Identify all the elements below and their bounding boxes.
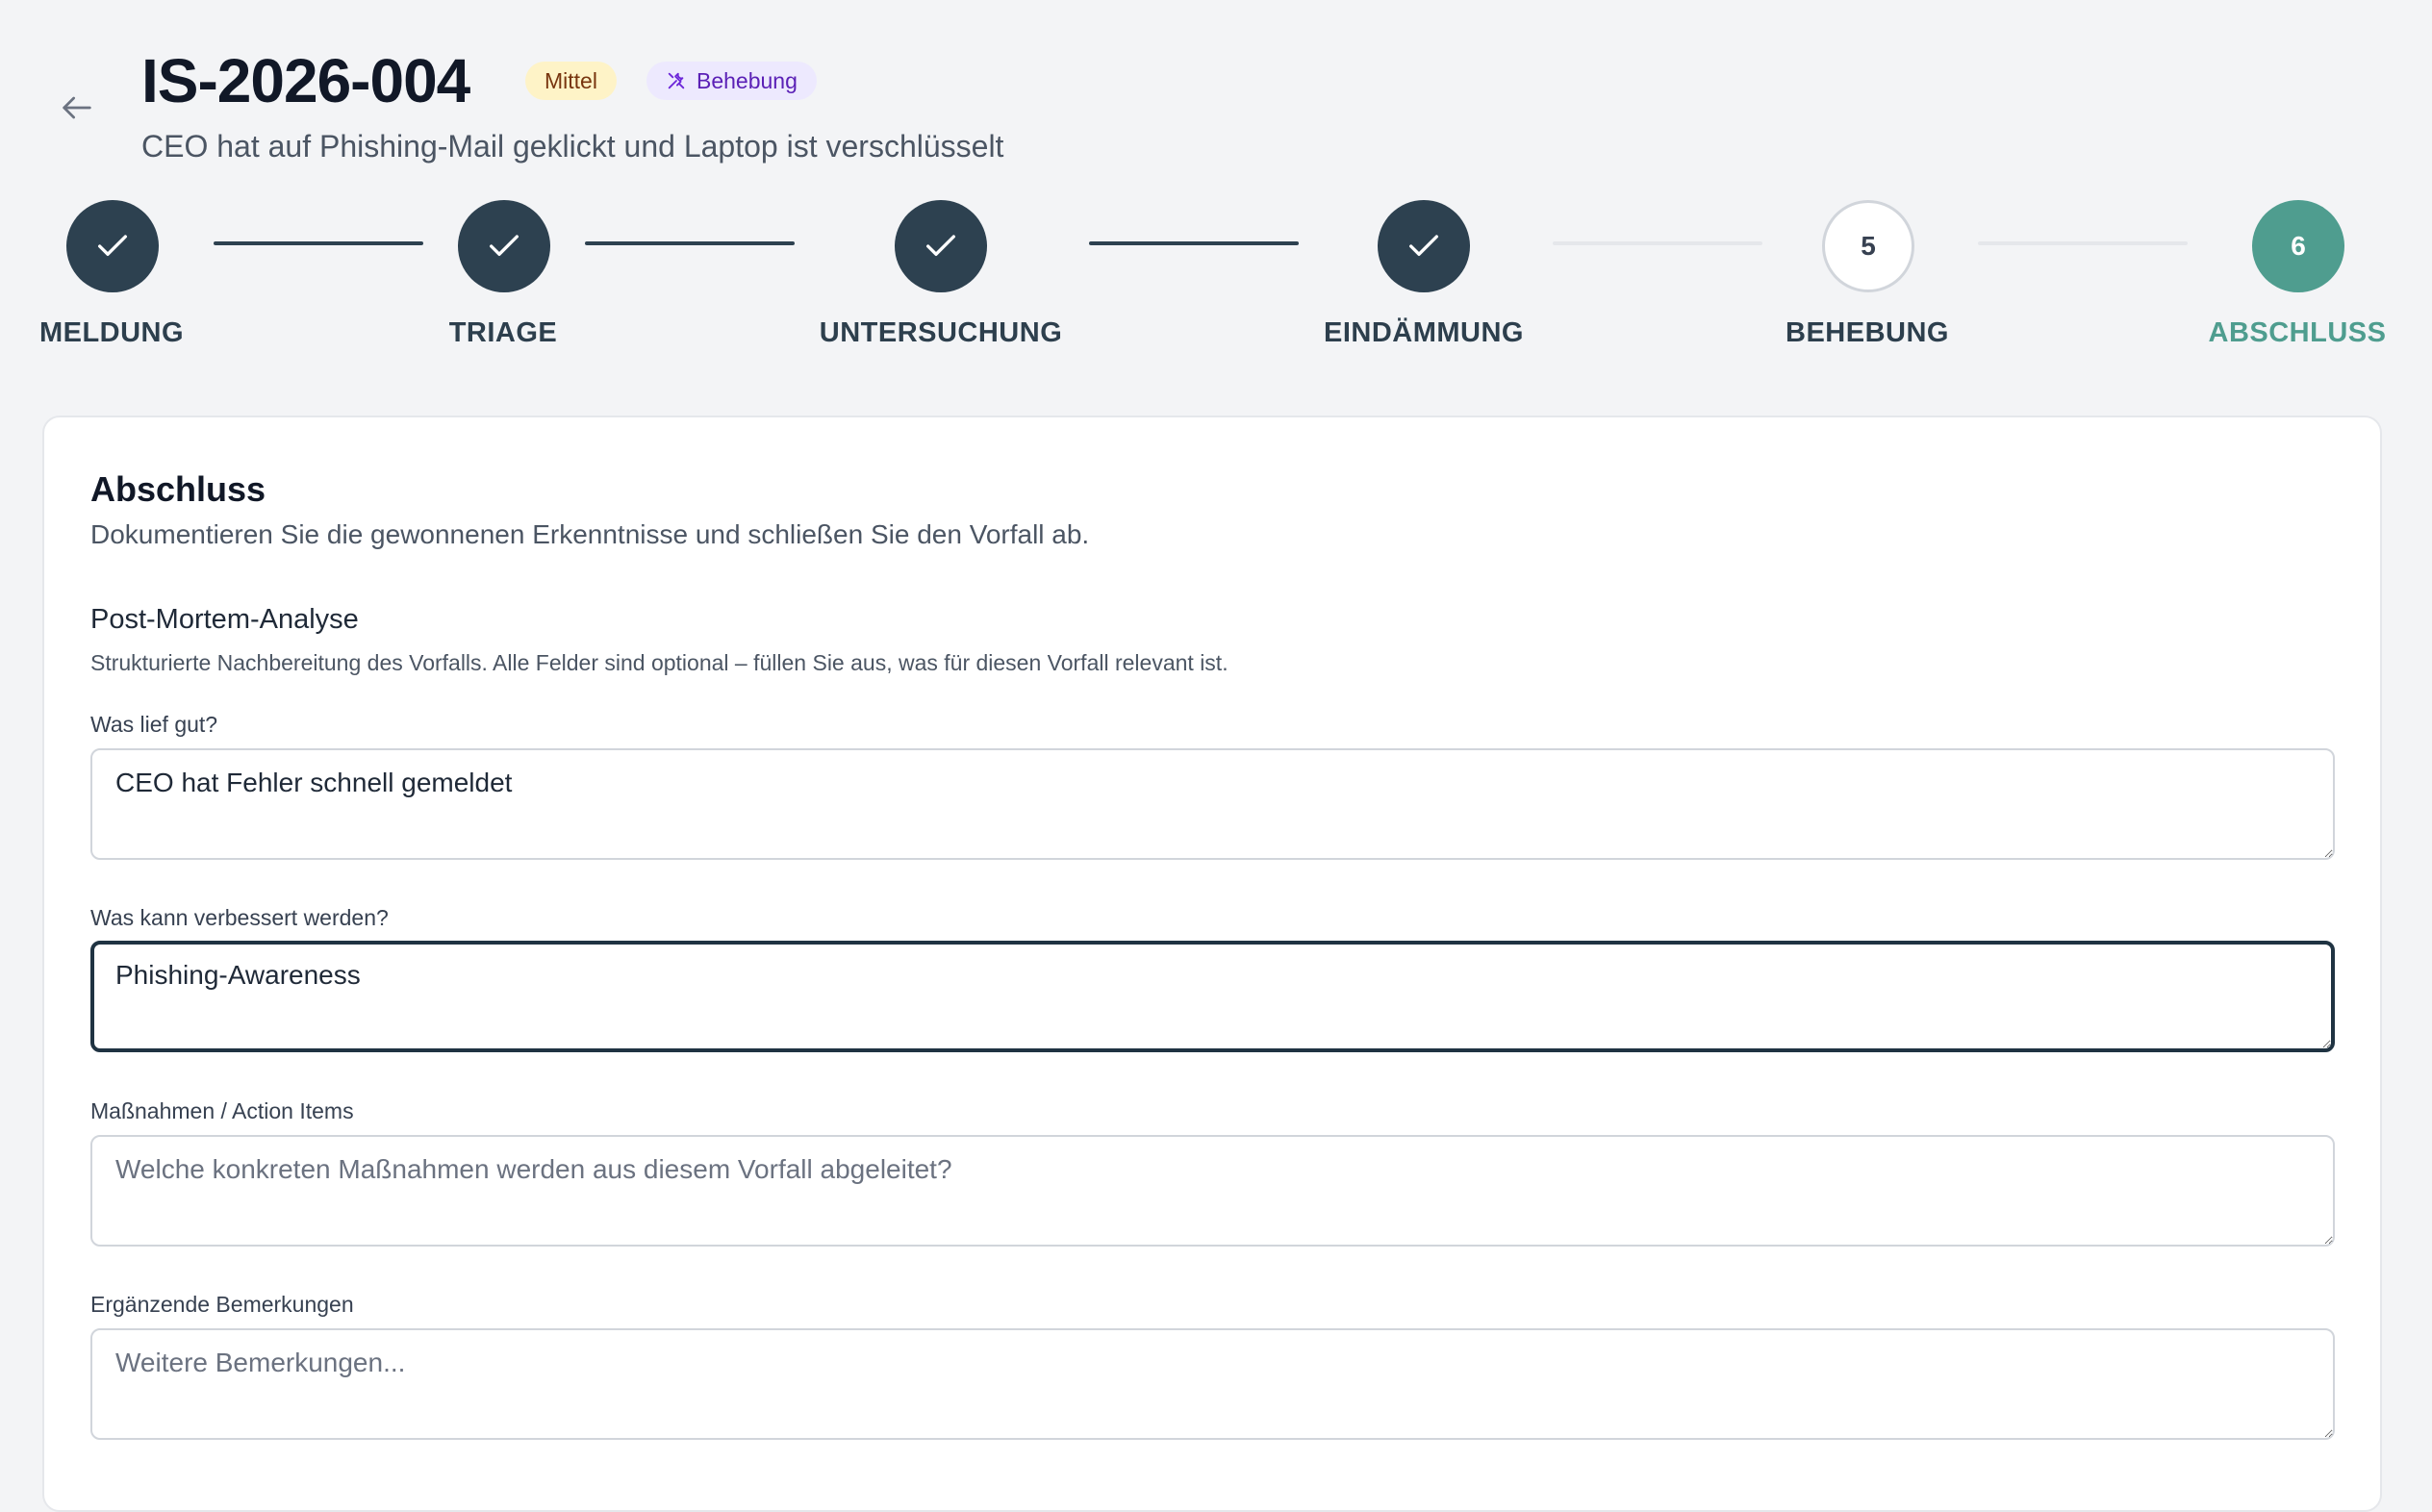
tools-icon	[668, 72, 685, 89]
step-label-behebung: BEHEBUNG	[1786, 317, 1949, 348]
check-icon	[98, 235, 127, 256]
section-description: Strukturierte Nachbereitung des Vorfalls…	[90, 650, 1229, 675]
step-label-eindaemmung: EINDÄMMUNG	[1324, 317, 1524, 348]
field-label-remarks: Ergänzende Bemerkungen	[90, 1292, 354, 1317]
field-label-went-well: Was lief gut?	[90, 712, 218, 737]
step-label-untersuchung: UNTERSUCHUNG	[819, 317, 1063, 348]
field-label-action-items: Maßnahmen / Action Items	[90, 1098, 354, 1123]
phase-badge-label: Behebung	[697, 68, 798, 93]
step-circle-triage[interactable]	[458, 200, 550, 292]
check-icon	[1409, 235, 1438, 256]
step-connector	[214, 241, 423, 245]
step-connector	[1553, 241, 1762, 245]
check-icon	[926, 235, 955, 256]
step-circle-untersuchung[interactable]	[895, 200, 987, 292]
step-circle-behebung[interactable]: 5	[1822, 200, 1914, 292]
step-circle-meldung[interactable]	[66, 200, 159, 292]
step-connector	[1089, 241, 1299, 245]
card-description: Dokumentieren Sie die gewonnenen Erkennt…	[90, 519, 1090, 549]
severity-badge: Mittel	[525, 62, 617, 100]
improvements-textarea[interactable]: Phishing-Awareness	[90, 941, 2335, 1052]
back-button[interactable]	[54, 85, 100, 131]
check-icon	[490, 235, 519, 256]
step-circle-eindaemmung[interactable]	[1378, 200, 1470, 292]
incident-id: IS-2026-004	[141, 46, 470, 115]
remarks-textarea[interactable]	[90, 1328, 2335, 1440]
step-number: 5	[1861, 231, 1876, 261]
step-circle-abschluss[interactable]: 6	[2252, 200, 2344, 292]
field-label-improvements: Was kann verbessert werden?	[90, 905, 389, 930]
step-label-meldung: MELDUNG	[38, 317, 185, 348]
section-title: Post-Mortem-Analyse	[90, 604, 359, 635]
incident-subtitle: CEO hat auf Phishing-Mail geklickt und L…	[141, 129, 1004, 164]
step-connector	[585, 241, 795, 245]
step-number: 6	[2291, 231, 2306, 261]
step-connector	[1978, 241, 2188, 245]
step-label-abschluss: ABSCHLUSS	[2208, 317, 2387, 348]
step-label-triage: TRIAGE	[448, 317, 558, 348]
phase-badge: Behebung	[646, 62, 817, 100]
severity-badge-label: Mittel	[545, 68, 597, 93]
went-well-textarea[interactable]: CEO hat Fehler schnell gemeldet	[90, 748, 2335, 860]
arrow-left-icon	[63, 96, 91, 119]
action-items-textarea[interactable]	[90, 1135, 2335, 1247]
card-title: Abschluss	[90, 469, 266, 509]
